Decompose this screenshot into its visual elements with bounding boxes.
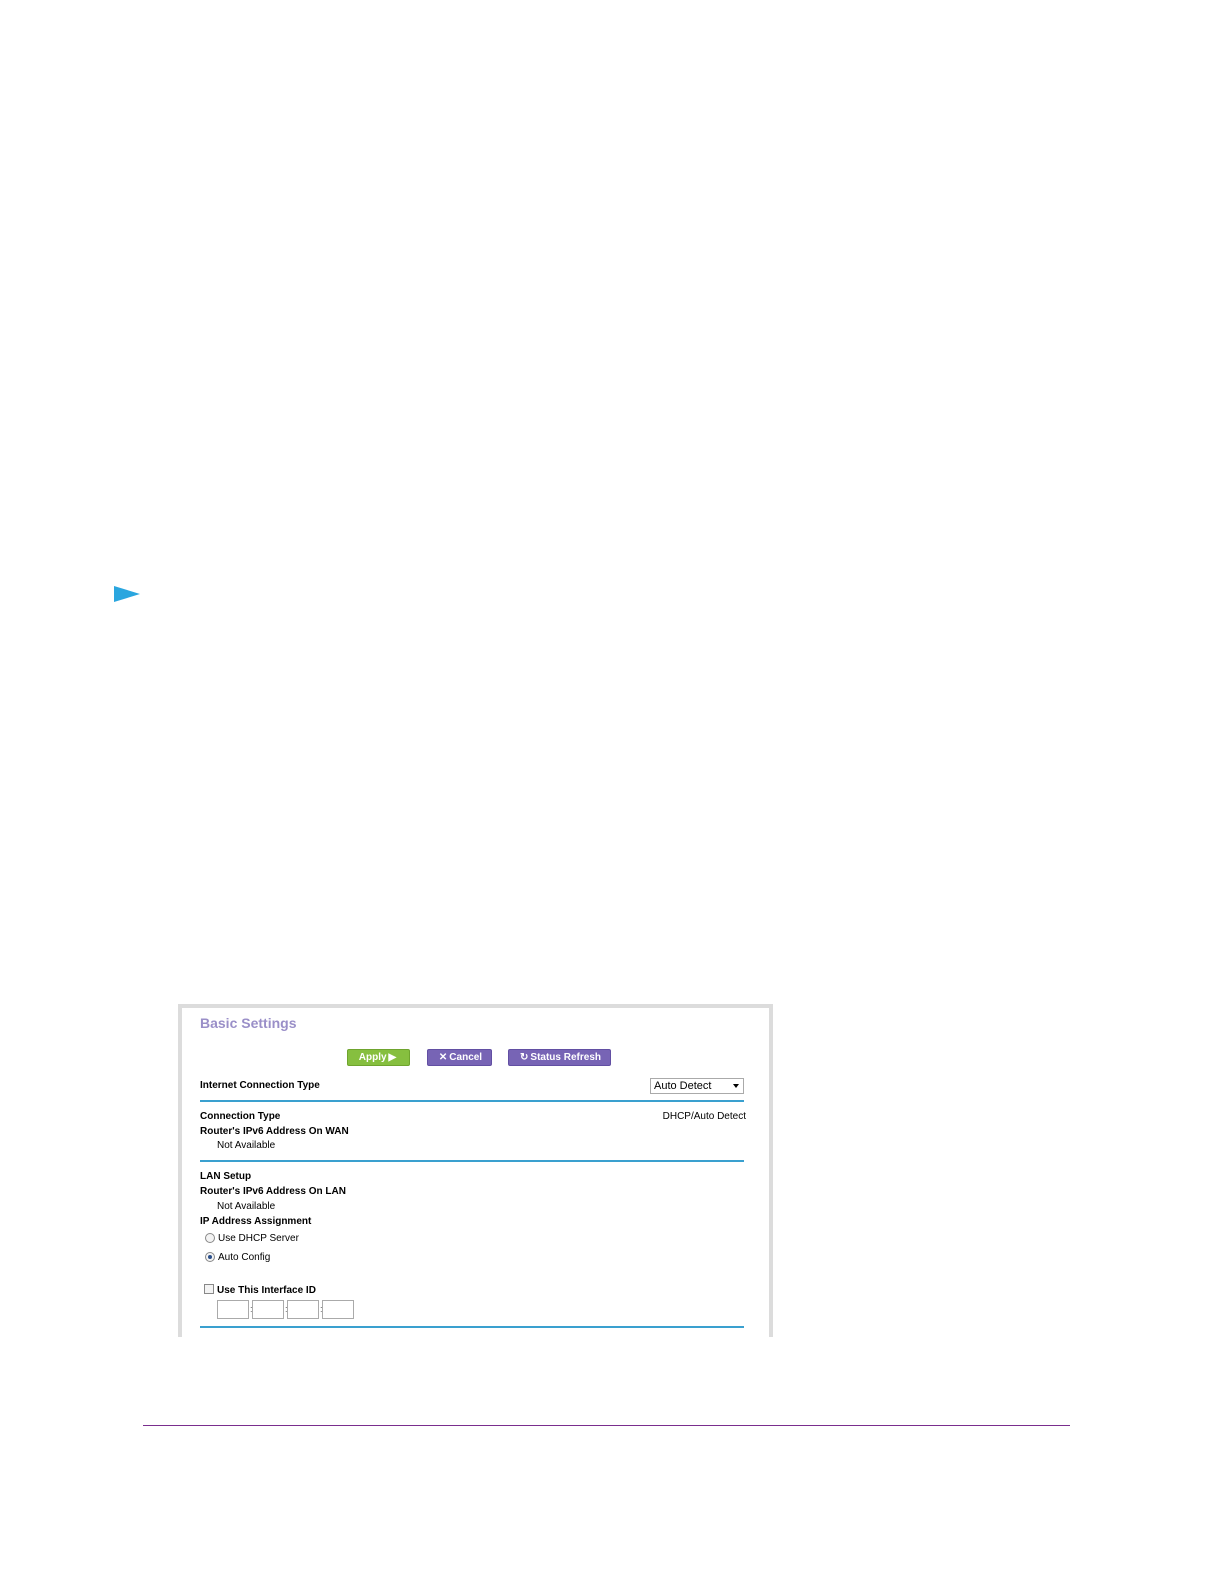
use-interface-id-checkbox[interactable] bbox=[204, 1284, 214, 1294]
auto-config-radio[interactable] bbox=[205, 1252, 215, 1262]
auto-config-label: Auto Config bbox=[218, 1252, 271, 1263]
connection-type-label: Connection Type bbox=[200, 1111, 281, 1122]
lan-setup-label: LAN Setup bbox=[200, 1171, 252, 1182]
chevron-down-icon bbox=[733, 1084, 739, 1088]
apply-button-label: Apply bbox=[358, 1052, 387, 1063]
refresh-icon: ↻ bbox=[520, 1052, 529, 1063]
status-refresh-button[interactable]: ↻ Status Refresh bbox=[508, 1049, 611, 1066]
cancel-button-label: Cancel bbox=[449, 1052, 483, 1063]
wan-address-value: Not Available bbox=[217, 1140, 276, 1151]
use-dhcp-server-label: Use DHCP Server bbox=[218, 1233, 299, 1244]
interface-id-field-3[interactable] bbox=[287, 1300, 319, 1319]
select-value: Auto Detect bbox=[654, 1080, 712, 1092]
internet-connection-type-label: Internet Connection Type bbox=[200, 1080, 320, 1091]
interface-id-field-1[interactable] bbox=[217, 1300, 249, 1319]
use-dhcp-server-radio[interactable] bbox=[205, 1233, 215, 1243]
footer-divider bbox=[143, 1425, 1070, 1426]
lan-address-label: Router's IPv6 Address On LAN bbox=[200, 1186, 346, 1197]
x-icon: ✕ bbox=[438, 1052, 448, 1063]
apply-button[interactable]: Apply ▶ bbox=[347, 1049, 410, 1066]
status-refresh-label: Status Refresh bbox=[530, 1052, 601, 1063]
arrow-marker-icon bbox=[114, 586, 140, 602]
cancel-button[interactable]: ✕ Cancel bbox=[427, 1049, 492, 1066]
use-interface-id-label: Use This Interface ID bbox=[217, 1285, 316, 1296]
basic-settings-panel: Basic Settings Apply ▶ ✕ Cancel ↻ Status… bbox=[178, 1004, 773, 1337]
section-divider bbox=[200, 1100, 744, 1102]
ip-assignment-label: IP Address Assignment bbox=[200, 1216, 312, 1227]
interface-id-field-4[interactable] bbox=[322, 1300, 354, 1319]
internet-connection-type-select[interactable]: Auto Detect bbox=[650, 1078, 744, 1094]
interface-id-field-2[interactable] bbox=[252, 1300, 284, 1319]
section-divider bbox=[200, 1160, 744, 1162]
connection-type-value: DHCP/Auto Detect bbox=[662, 1111, 746, 1122]
lan-address-value: Not Available bbox=[217, 1201, 276, 1212]
play-icon: ▶ bbox=[388, 1052, 397, 1063]
wan-address-label: Router's IPv6 Address On WAN bbox=[200, 1126, 349, 1137]
panel-title: Basic Settings bbox=[200, 1015, 297, 1031]
section-divider bbox=[200, 1326, 744, 1328]
